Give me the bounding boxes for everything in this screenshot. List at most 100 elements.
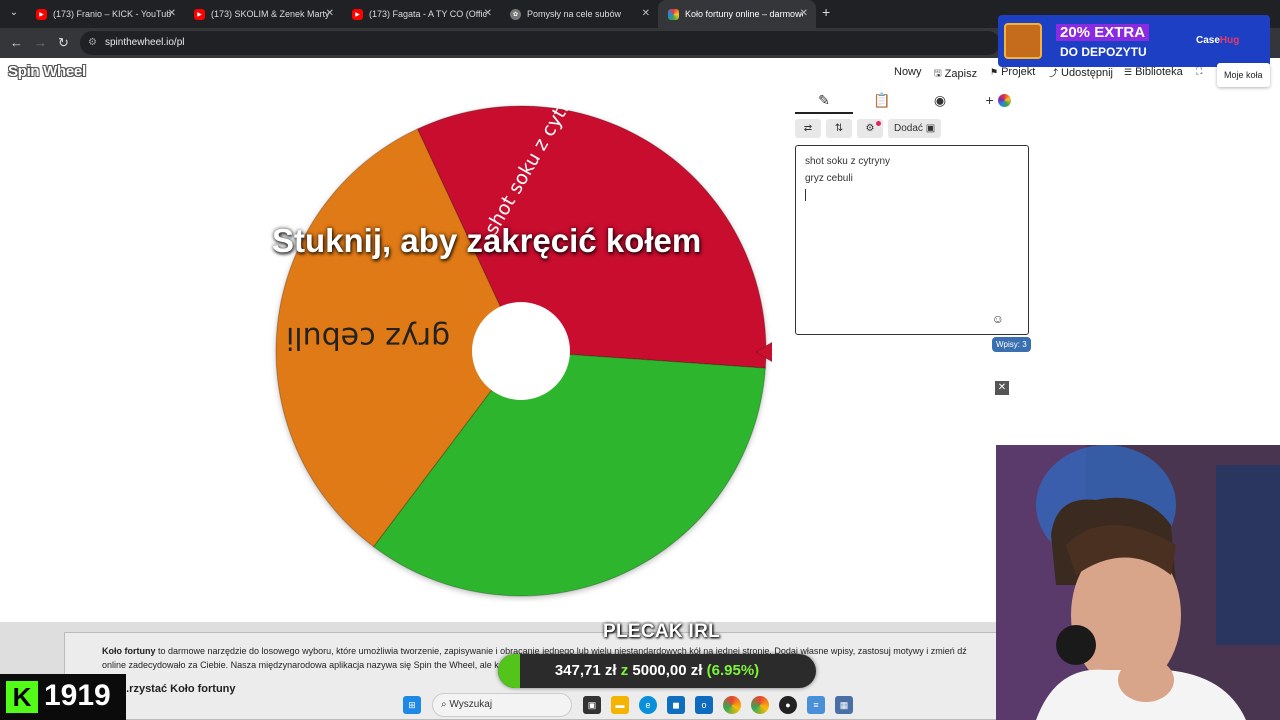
notepad-icon[interactable]: ≡: [807, 696, 825, 714]
store-icon[interactable]: ◼: [667, 696, 685, 714]
close-icon[interactable]: ✕: [995, 381, 1009, 395]
kick-viewer-counter: K 1919: [0, 674, 126, 720]
forward-arrow-icon[interactable]: →: [34, 35, 47, 50]
nav-share[interactable]: ⤴ Udostępnij: [1049, 66, 1113, 79]
file-explorer-icon[interactable]: ▬: [611, 696, 629, 714]
outlook-icon[interactable]: o: [695, 696, 713, 714]
close-tab-icon[interactable]: ✕: [326, 8, 334, 19]
wheel-hub[interactable]: [472, 302, 570, 400]
ad-subline: DO DEPOZYTU: [1060, 45, 1147, 59]
goal-separator: z: [620, 662, 629, 679]
treasure-chest-icon: [1004, 23, 1042, 59]
nav-library-label: Biblioteka: [1135, 66, 1183, 78]
obs-icon[interactable]: ●: [779, 696, 797, 714]
spin-prompt[interactable]: Stuknij, aby zakręcić kołem: [272, 222, 701, 260]
webcam-feed: [996, 445, 1280, 720]
browser-tab-active[interactable]: Koło fortuny online – darmowe ✕: [658, 0, 816, 28]
tab-add-theme-icon[interactable]: +: [969, 92, 1027, 114]
share-icon: ⤴: [1049, 68, 1059, 78]
ad-brand-part-2: Hug: [1219, 35, 1240, 46]
editor-tabs: ✎ 📋 ◉ +: [795, 92, 1030, 114]
close-tab-icon[interactable]: ✕: [642, 8, 650, 19]
entry-line: shot soku z cytryny: [805, 156, 891, 167]
library-icon: ☰: [1124, 66, 1133, 77]
tab-clipboard-icon[interactable]: 📋: [853, 92, 911, 114]
close-tab-icon[interactable]: ✕: [800, 8, 808, 19]
nav-project[interactable]: ⚑ Projekt: [990, 66, 1035, 78]
shuffle-button[interactable]: ⇄: [795, 119, 821, 138]
editor-toolbar: ⇄ ⇅ ⚙ Dodać ▣: [795, 119, 942, 138]
reload-icon[interactable]: ↻: [58, 35, 69, 51]
chrome-icon[interactable]: [723, 696, 741, 714]
fullscreen-glyph: ⛶: [1196, 66, 1203, 76]
tab-edit-pencil-icon[interactable]: ✎: [795, 92, 853, 114]
tab-search-chevron-icon[interactable]: ⌄: [6, 5, 22, 21]
site-logo[interactable]: Spin Wheel: [8, 63, 86, 80]
chrome-icon[interactable]: [751, 696, 769, 714]
sort-icon: ⇅: [834, 123, 844, 134]
url-bar[interactable]: ⚙ spinthewheel.io/pl: [80, 31, 1000, 55]
color-wheel-icon: [997, 94, 1011, 107]
close-tab-icon[interactable]: ✕: [168, 8, 176, 19]
tab-title: Koło fortuny online – darmowe: [685, 9, 803, 19]
my-wheels-button[interactable]: Moje koła: [1217, 63, 1270, 87]
browser-tab[interactable]: ▶ (173) Fagata - A TY CO (Official ✕: [342, 0, 500, 28]
nav-save[interactable]: 🖫 Zapisz: [934, 66, 977, 82]
info-brand: Koło fortuny: [102, 646, 156, 656]
tab-title: (173) Franio – KICK - YouTube: [53, 9, 171, 19]
nav-project-label: Projekt: [1001, 66, 1036, 78]
nav-new[interactable]: Nowy: [894, 66, 922, 78]
ad-headline: 20% EXTRA: [1056, 24, 1150, 41]
screen: ⌄ ▶ (173) Franio – KICK - YouTube ✕ ▶ (1…: [0, 0, 1280, 720]
nav-library[interactable]: ☰ Biblioteka: [1124, 66, 1183, 78]
browser-tab[interactable]: ▶ (173) SKOLIM & Zenek Martyniuk ✕: [184, 0, 342, 28]
task-view-icon[interactable]: ▣: [583, 696, 601, 714]
goal-percent: (6.95%): [706, 662, 760, 679]
tab-hide-eye-icon[interactable]: ◉: [911, 92, 969, 114]
add-image-button[interactable]: Dodać ▣: [888, 119, 942, 138]
save-icon: 🖫: [934, 68, 942, 78]
ad-brand: CaseHug: [1196, 35, 1239, 46]
viewer-count: 1919: [44, 679, 111, 712]
entries-textarea[interactable]: shot soku z cytryny gryz cebuli ☺: [795, 145, 1029, 335]
calculator-icon[interactable]: ▦: [835, 696, 853, 714]
fullscreen-icon[interactable]: ⛶: [1196, 66, 1205, 77]
image-icon: ▣: [925, 123, 936, 134]
donation-goal-bar: 347,71 zł z 5000,00 zł (6.95%): [498, 654, 816, 688]
donation-goal-text: 347,71 zł z 5000,00 zł (6.95%): [498, 654, 816, 688]
nav-share-label: Udostępnij: [1061, 66, 1113, 79]
tab-title: Pomysły na cele subów: [527, 9, 622, 19]
ad-banner[interactable]: 20% EXTRA DO DEPOZYTU CaseHug: [998, 15, 1270, 67]
new-tab-plus-icon[interactable]: +: [822, 4, 830, 20]
youtube-icon: ▶: [352, 8, 363, 20]
add-image-label: Dodać: [894, 123, 923, 134]
emoji-icon[interactable]: ☺: [992, 312, 1004, 326]
taskbar-search[interactable]: ⌕ Wyszukaj: [432, 693, 572, 717]
goal-current: 347,71 zł: [554, 662, 617, 679]
webcam-image: [996, 445, 1280, 720]
tab-title: (173) SKOLIM & Zenek Martyniuk: [211, 9, 329, 19]
taskbar-search-placeholder: Wyszukaj: [449, 699, 493, 710]
info-heading: ...rzystać Koło fortuny: [120, 683, 236, 695]
sort-button[interactable]: ⇅: [826, 119, 852, 138]
youtube-icon: ▶: [36, 8, 47, 20]
site-settings-icon[interactable]: ⚙: [88, 31, 97, 55]
notification-dot: [876, 121, 881, 126]
edge-icon[interactable]: e: [639, 696, 657, 714]
nav-new-label: Nowy: [894, 66, 922, 78]
windows-taskbar: ⊞ ⌕ Wyszukaj ▣ ▬ e ◼ o ● ≡ ▦: [398, 690, 996, 720]
shuffle-icon: ⇄: [803, 123, 813, 134]
tab-title: (173) Fagata - A TY CO (Official: [369, 9, 487, 19]
segment-label-orange: gryz cebuli: [286, 320, 451, 355]
entry-line: gryz cebuli: [805, 173, 853, 184]
browser-tab[interactable]: ✿ Pomysły na cele subów ✕: [500, 0, 658, 28]
settings-button[interactable]: ⚙: [857, 119, 883, 138]
back-arrow-icon[interactable]: ←: [10, 35, 23, 50]
browser-tab[interactable]: ▶ (173) Franio – KICK - YouTube ✕: [26, 0, 184, 28]
close-tab-icon[interactable]: ✕: [484, 8, 492, 19]
text-cursor: [805, 189, 806, 201]
donation-goal-title: PLECAK IRL: [603, 621, 720, 642]
windows-start-icon[interactable]: ⊞: [403, 696, 421, 714]
spinthewheel-icon: [668, 8, 679, 20]
ad-brand-part-1: Case: [1196, 35, 1220, 46]
